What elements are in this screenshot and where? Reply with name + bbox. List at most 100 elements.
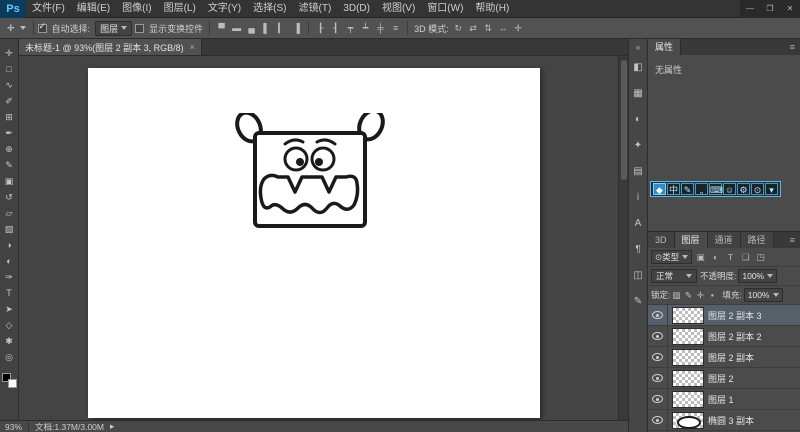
menu-edit[interactable]: 编辑(E): [71, 0, 116, 18]
blur-tool-icon[interactable]: ◑: [0, 237, 18, 253]
layer-name[interactable]: 图层 1: [708, 393, 734, 406]
background-color-swatch[interactable]: [8, 379, 17, 388]
lock-pixels-icon[interactable]: ✎: [682, 290, 694, 301]
clone-stamp-tool-icon[interactable]: ▣: [0, 173, 18, 189]
clone-source-panel-icon[interactable]: ◫: [629, 263, 647, 289]
blend-mode-select[interactable]: 正常: [651, 269, 697, 283]
tool-preset-picker[interactable]: ✛: [4, 23, 29, 34]
status-menu-icon[interactable]: ▸: [110, 421, 114, 432]
tab-3d[interactable]: 3D: [648, 232, 675, 248]
lock-all-icon[interactable]: ▪: [706, 290, 718, 300]
expand-panels-icon[interactable]: «: [636, 41, 640, 55]
color-panel-icon[interactable]: ◧: [629, 55, 647, 81]
align-left-icon[interactable]: ▌: [259, 23, 274, 33]
type-tool-icon[interactable]: T: [0, 285, 18, 301]
tab-channels[interactable]: 通道: [708, 232, 741, 248]
eraser-tool-icon[interactable]: ▱: [0, 205, 18, 221]
layer-visibility-toggle[interactable]: [648, 389, 668, 409]
lock-transparency-icon[interactable]: ▨: [670, 290, 682, 301]
dodge-tool-icon[interactable]: ◐: [0, 253, 18, 269]
layer-row[interactable]: 图层 2 副本 2: [648, 326, 800, 347]
align-center-icon[interactable]: ▎: [274, 23, 289, 34]
menu-window[interactable]: 窗口(W): [421, 0, 469, 18]
align-middle-icon[interactable]: ▬: [229, 23, 244, 33]
filter-pixel-icon[interactable]: ▣: [694, 252, 707, 263]
layer-row[interactable]: 图层 2 副本: [648, 347, 800, 368]
menu-file[interactable]: 文件(F): [26, 0, 71, 18]
scrollbar-thumb[interactable]: [621, 60, 627, 180]
menu-select[interactable]: 选择(S): [247, 0, 292, 18]
healing-brush-tool-icon[interactable]: ⊕: [0, 141, 18, 157]
menu-view[interactable]: 视图(V): [376, 0, 421, 18]
document-vertical-scrollbar[interactable]: [618, 56, 628, 420]
color-swatches[interactable]: [2, 373, 17, 388]
fill-select[interactable]: 100%: [744, 288, 783, 302]
hand-tool-icon[interactable]: ✱: [0, 333, 18, 349]
shape-tool-icon[interactable]: ◇: [0, 317, 18, 333]
layer-name[interactable]: 图层 2 副本 2: [708, 330, 762, 343]
panel-menu-icon[interactable]: ≡: [785, 232, 800, 248]
ime-settings-icon[interactable]: ▾: [765, 183, 778, 195]
distribute-left-icon[interactable]: ┷: [358, 23, 373, 34]
layer-thumbnail[interactable]: [672, 412, 704, 429]
layer-name[interactable]: 图层 2 副本: [708, 351, 754, 364]
distribute-bottom-icon[interactable]: ┯: [343, 23, 358, 34]
layer-thumbnail[interactable]: [672, 307, 704, 324]
layer-row[interactable]: 图层 1: [648, 389, 800, 410]
layer-filter-dropdown[interactable]: ⊙ 类型: [651, 250, 692, 264]
brush-tool-icon[interactable]: ✎: [0, 157, 18, 173]
paragraph-panel-icon[interactable]: ¶: [629, 237, 647, 263]
distribute-middle-icon[interactable]: ┨: [328, 23, 343, 34]
layer-thumbnail[interactable]: [672, 349, 704, 366]
distribute-top-icon[interactable]: ┠: [313, 23, 328, 34]
crop-tool-icon[interactable]: ⊞: [0, 109, 18, 125]
layer-thumbnail[interactable]: [672, 370, 704, 387]
3d-slide-icon[interactable]: ↔: [496, 23, 511, 33]
layer-thumbnail[interactable]: [672, 328, 704, 345]
document-tab[interactable]: 未标题-1 @ 93%(图层 2 副本 3, RGB/8) ×: [19, 39, 202, 55]
eyedropper-tool-icon[interactable]: ✒: [0, 125, 18, 141]
filter-smart-object-icon[interactable]: ◳: [754, 252, 767, 263]
3d-drag-icon[interactable]: ⇅: [481, 23, 496, 34]
filter-shape-icon[interactable]: ❏: [739, 252, 752, 263]
distribute-center-icon[interactable]: ╪: [373, 23, 388, 33]
tab-layers[interactable]: 图层: [675, 232, 708, 248]
3d-rotate-icon[interactable]: ↻: [451, 23, 466, 34]
adjustments-panel-icon[interactable]: ◐: [629, 107, 647, 133]
layer-name[interactable]: 图层 2 副本 3: [708, 309, 762, 322]
marquee-tool-icon[interactable]: □: [0, 61, 18, 77]
filter-adjustment-icon[interactable]: ◐: [709, 252, 722, 262]
path-select-tool-icon[interactable]: ➤: [0, 301, 18, 317]
zoom-level-field[interactable]: 93%: [5, 422, 22, 432]
tab-properties[interactable]: 属性: [648, 39, 681, 55]
zoom-tool-icon[interactable]: ◎: [0, 349, 18, 365]
close-document-icon[interactable]: ×: [190, 42, 195, 52]
auto-select-checkbox[interactable]: ✓: [38, 24, 47, 33]
layer-thumbnail[interactable]: [672, 391, 704, 408]
styles-panel-icon[interactable]: ✦: [629, 133, 647, 159]
ime-toolbox-icon[interactable]: ⚙: [737, 183, 750, 195]
panel-menu-icon[interactable]: ≡: [785, 39, 800, 55]
show-transform-checkbox[interactable]: [135, 24, 144, 33]
brush-panel-icon[interactable]: ✎: [629, 289, 647, 315]
minimize-button[interactable]: —: [740, 0, 760, 18]
layer-visibility-toggle[interactable]: [648, 368, 668, 388]
ime-punctuation-icon[interactable]: „: [695, 183, 708, 195]
opacity-select[interactable]: 100%: [738, 269, 777, 283]
layer-visibility-toggle[interactable]: [648, 305, 668, 325]
move-tool-icon[interactable]: ✛: [0, 45, 18, 61]
lasso-tool-icon[interactable]: ∿: [0, 77, 18, 93]
ime-search-icon[interactable]: ⊙: [751, 183, 764, 195]
layer-row[interactable]: 椭圆 3 副本: [648, 410, 800, 431]
align-top-icon[interactable]: ▀: [214, 23, 229, 33]
align-bottom-icon[interactable]: ▄: [244, 23, 259, 33]
ime-mode-icon[interactable]: 中: [667, 183, 680, 195]
lock-position-icon[interactable]: ✛: [694, 290, 706, 301]
menu-type[interactable]: 文字(Y): [202, 0, 247, 18]
ime-handwriting-icon[interactable]: ✎: [681, 183, 694, 195]
ime-logo-icon[interactable]: ◆: [653, 183, 666, 195]
menu-help[interactable]: 帮助(H): [469, 0, 515, 18]
filter-type-icon[interactable]: T: [724, 252, 737, 262]
layer-name[interactable]: 图层 2: [708, 372, 734, 385]
history-brush-tool-icon[interactable]: ↺: [0, 189, 18, 205]
